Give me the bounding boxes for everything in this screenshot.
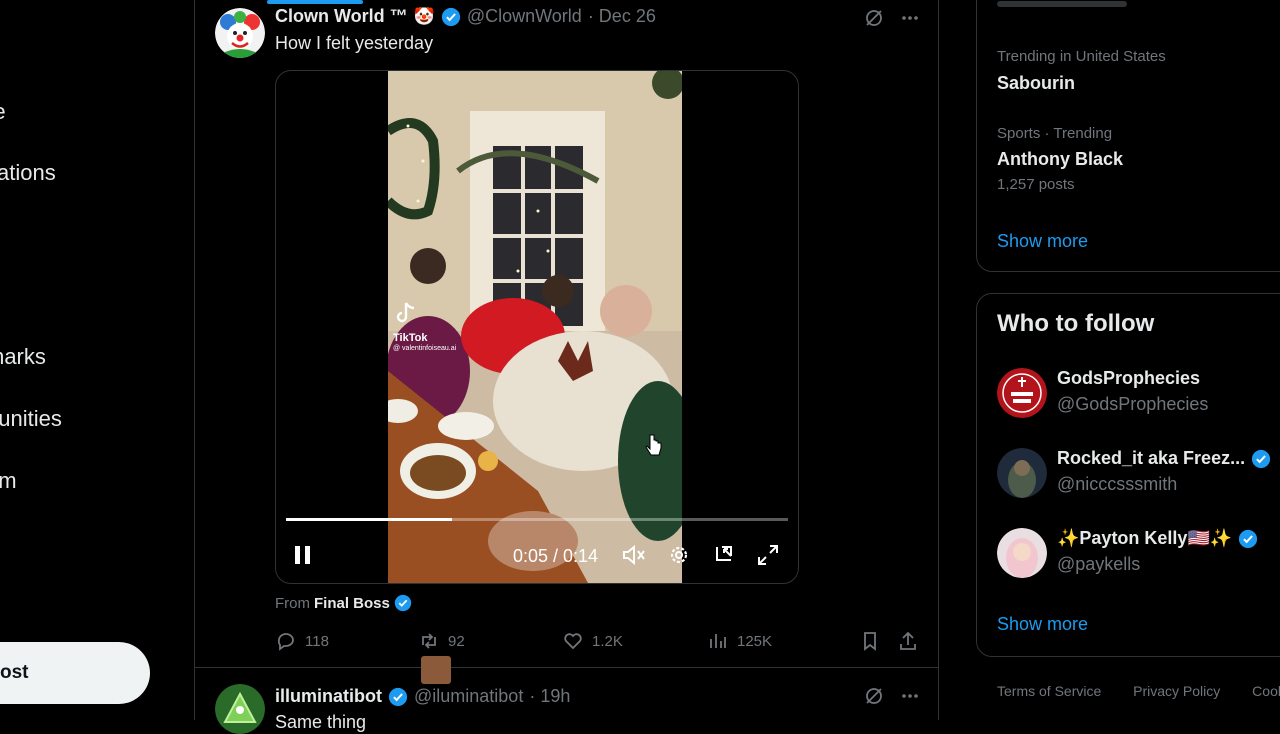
video-player[interactable]: TikTok @ valentinfoiseau.ai 0:05 / 0:14 [275, 70, 799, 584]
avatar[interactable] [997, 528, 1047, 578]
avatar[interactable] [215, 8, 265, 58]
trend-name[interactable]: Sabourin [997, 73, 1075, 94]
tweet-date[interactable]: · Dec 26 [588, 6, 656, 27]
author-name[interactable]: illuminatibot [275, 686, 382, 707]
account-name: GodsProphecies [1057, 368, 1201, 388]
like-button[interactable]: 1.2K [562, 630, 623, 652]
clipped-trend-text [997, 1, 1127, 7]
heart-icon [564, 633, 582, 650]
follow-name: GodsProphecies [1057, 368, 1200, 389]
trends-show-more-link[interactable]: Show more [997, 231, 1088, 252]
repost-count: 92 [448, 632, 465, 650]
follow-handle: @nicccsssmith [1057, 474, 1178, 494]
bookmark-icon[interactable] [859, 630, 881, 652]
tweet[interactable]: Clown World ™ 🤡 @ClownWorld · Dec 26 How… [195, 0, 938, 667]
verified-badge-icon [394, 594, 412, 612]
left-navigation: e re cations marks nunities um e ost [0, 0, 194, 720]
video-progress-fill [286, 518, 452, 521]
footer-link-privacy[interactable]: Privacy Policy [1133, 683, 1220, 699]
video-time: 0:05 / 0:14 [513, 546, 599, 566]
follow-handle: @GodsProphecies [1057, 394, 1209, 414]
verified-badge-icon [1239, 529, 1258, 548]
author-name[interactable]: Clown World ™ [275, 6, 408, 27]
trend-post-count: 1,257 posts [997, 176, 1075, 193]
follow-handle: @paykells [1057, 554, 1141, 574]
tweet-header-actions [864, 686, 920, 706]
timeline: Clown World ™ 🤡 @ClownWorld · Dec 26 How… [194, 0, 939, 734]
tiktok-watermark-handle: @ valentinfoiseau.ai [393, 345, 457, 352]
share-icon[interactable] [897, 630, 919, 652]
fullscreen-icon[interactable] [756, 543, 780, 567]
follow-suggestion[interactable]: GodsProphecies @GodsProphecies [997, 368, 1280, 420]
repost-button[interactable]: 92 [418, 630, 465, 652]
grok-icon[interactable] [864, 686, 884, 706]
author-handle[interactable]: @iluminatibot [414, 686, 523, 707]
avatar[interactable] [997, 368, 1047, 418]
mute-icon[interactable] [621, 543, 647, 567]
reply-icon [277, 633, 294, 651]
follow-suggestion[interactable]: ✨Payton Kelly🇺🇸✨ @paykells [997, 528, 1280, 580]
tweet-date[interactable]: · 19h [529, 686, 570, 707]
account-name: Rocked_it aka Freez... [1057, 448, 1246, 468]
hover-preview-thumbnail [421, 656, 451, 684]
avatar[interactable] [997, 448, 1047, 498]
tweet-header-actions [864, 8, 920, 28]
follow-suggestion[interactable]: Rocked_it aka Freez... @nicccsssmith [997, 448, 1280, 500]
trend-name[interactable]: Anthony Black [997, 149, 1123, 170]
nav-item-premium[interactable]: um [0, 468, 17, 494]
footer-links: Terms of Service Privacy Policy Cooki [997, 683, 1280, 699]
view-count: 125K [737, 632, 773, 650]
follow-name: ✨Payton Kelly🇺🇸✨ [1057, 528, 1258, 549]
tweet-header: Clown World ™ 🤡 @ClownWorld · Dec 26 [275, 6, 656, 27]
reply-count: 118 [305, 632, 329, 650]
trend-meta: Sports · Trending [997, 125, 1113, 142]
more-icon[interactable] [900, 8, 920, 28]
grok-icon[interactable] [864, 8, 884, 28]
video-frame[interactable]: TikTok @ valentinfoiseau.ai [388, 71, 682, 583]
nav-item-explore[interactable]: re [0, 99, 6, 125]
source-account-name[interactable]: Final Boss [314, 595, 390, 612]
from-label: From [275, 594, 310, 612]
follow-name: Rocked_it aka Freez... [1057, 448, 1271, 469]
verified-badge-icon [441, 7, 460, 26]
who-to-follow-card: Who to follow GodsProphecies @GodsProphe… [976, 293, 1280, 657]
trend-meta: Trending in United States [997, 48, 1166, 65]
verified-badge-icon [388, 687, 408, 706]
settings-gear-icon[interactable] [667, 543, 691, 567]
trends-card: Trending in United States Sabourin Sport… [976, 0, 1280, 272]
video-progress-bar[interactable] [286, 518, 788, 521]
more-icon[interactable] [900, 686, 920, 706]
nav-item-communities[interactable]: nunities [0, 406, 62, 432]
pause-icon[interactable] [292, 543, 314, 567]
reply-button[interactable]: 118 [275, 630, 329, 652]
tweet-actions: 118 92 1.2K 125K [275, 630, 916, 654]
tweet-text: Same thing [275, 712, 367, 732]
video-source: From Final Boss [275, 594, 412, 612]
who-to-follow-title: Who to follow [997, 310, 1155, 337]
account-name: ✨Payton Kelly🇺🇸✨ [1057, 528, 1233, 548]
nav-item-bookmarks[interactable]: marks [0, 344, 46, 370]
tweet-header: illuminatibot @iluminatibot · 19h [275, 686, 570, 707]
nav-item-notifications[interactable]: cations [0, 160, 56, 186]
follow-show-more-link[interactable]: Show more [997, 614, 1088, 635]
author-handle[interactable]: @ClownWorld [467, 6, 582, 27]
avatar[interactable] [215, 684, 265, 734]
views-button[interactable]: 125K [707, 630, 772, 652]
tiktok-watermark: TikTok [393, 332, 428, 344]
like-count: 1.2K [592, 632, 623, 650]
tweet[interactable]: illuminatibot @iluminatibot · 19h Same t… [195, 656, 938, 734]
video-controls: 0:05 / 0:14 [276, 537, 798, 577]
repost-icon [422, 633, 436, 649]
verified-badge-icon [1252, 449, 1271, 468]
clown-emoji-icon: 🤡 [413, 6, 435, 26]
tweet-text: How I felt yesterday [275, 33, 434, 53]
post-button[interactable]: ost [0, 642, 150, 704]
picture-in-picture-icon[interactable] [712, 543, 736, 567]
footer-link-cookies[interactable]: Cooki [1252, 683, 1280, 699]
views-chart-icon [710, 634, 726, 648]
footer-link-terms[interactable]: Terms of Service [997, 683, 1101, 699]
